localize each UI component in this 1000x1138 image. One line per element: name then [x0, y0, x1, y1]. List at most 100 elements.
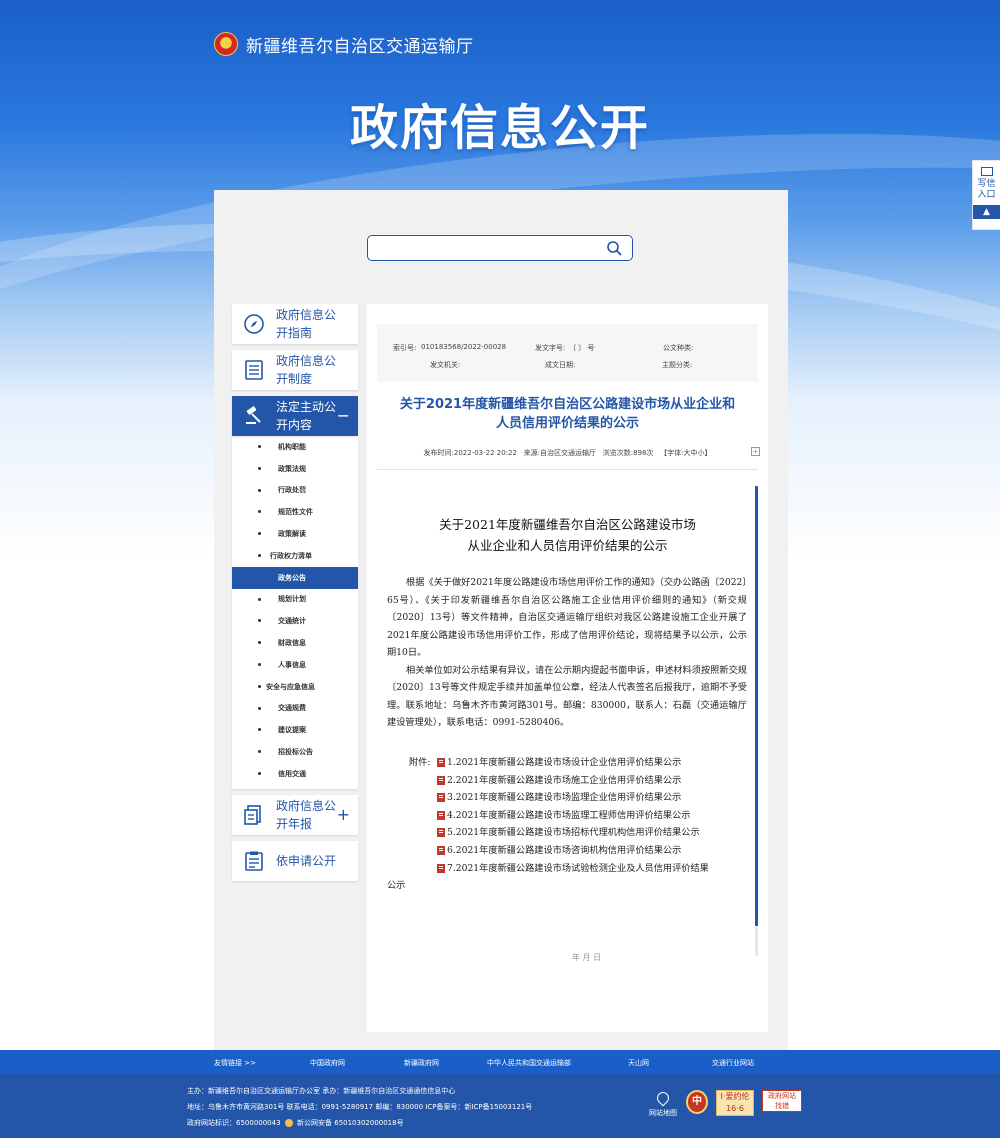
friend-link[interactable]: 天山网 [628, 1058, 649, 1068]
attachment-link[interactable]: 4.2021年度新疆公路建设市场监理工程师信用评价结果公示 [437, 807, 690, 825]
sidebar-item-label: 法定主动公开内容 [276, 400, 337, 432]
search-icon[interactable] [606, 240, 622, 256]
sidebar-item-label: 依申请公开 [276, 853, 337, 868]
page-heading: 政府信息公开 [349, 100, 650, 156]
sub-item[interactable]: 行政权力清单 [232, 545, 358, 567]
map-pin-icon [654, 1089, 672, 1107]
attachments-label: 附件: [409, 757, 431, 768]
mail-icon [980, 167, 993, 176]
font-size-switch[interactable]: 【字体:大中小】 [660, 449, 711, 457]
police-badge-icon [284, 1119, 293, 1127]
meta-topic-label: 主题分类: [662, 361, 693, 369]
sub-item[interactable]: 财政信息 [232, 632, 358, 654]
attachment-link[interactable]: 7.2021年度新疆公路建设市场试验检测企业及人员信用评价结果 [437, 860, 709, 878]
sub-item[interactable]: 人事信息 [232, 654, 358, 676]
friend-link[interactable]: 中国政府网 [310, 1058, 345, 1068]
publish-info: 发布时间:2022-03-22 20:22 来源:自治区交通运输厅 浏览次数:8… [423, 447, 760, 457]
party-logo[interactable]: 中 [686, 1090, 708, 1114]
document-body: 根据《关于做好2021年度公路建设市场信用评价工作的通知》（交办公路函〔2022… [387, 574, 747, 732]
sub-item[interactable]: 交通统计 [232, 610, 358, 632]
sidebar-item-guide[interactable]: 政府信息公开指南 [232, 304, 358, 344]
pdf-icon [437, 793, 445, 803]
footer-tools: 网站地图 中 I·爱约伦 16·6 政府网站 找错 [648, 1089, 802, 1118]
attachment-link[interactable]: 5.2021年度新疆公路建设市场招标代理机构信用评价结果公示 [437, 824, 700, 842]
sub-item[interactable]: 政策解读 [232, 523, 358, 545]
main-panel: 政府信息公开指南 政府信息公开制度 法定主动公开内容 − 机构职能 政策法规 行… [214, 190, 788, 1050]
meta-date-label: 成文日期: [545, 361, 576, 369]
site-name[interactable]: 新疆维吾尔自治区交通运输厅 [246, 32, 474, 57]
letter-entry-label-2: 入口 [977, 190, 996, 200]
expand-icon[interactable]: + [751, 447, 760, 456]
letter-entry-label-1: 写信 [977, 179, 996, 189]
sub-item[interactable]: 规划计划 [232, 589, 358, 611]
clipboard-icon [232, 841, 276, 881]
attachment-link[interactable]: 6.2021年度新疆公路建设市场咨询机构信用评价结果公示 [437, 842, 681, 860]
date-placeholder: 年 月 日 [572, 953, 602, 962]
meta-issuer-label: 发文机关: [430, 361, 461, 369]
sitemap-link[interactable]: 网站地图 [648, 1089, 678, 1118]
love-logo[interactable]: I·爱约伦 16·6 [716, 1090, 754, 1116]
expand-icon[interactable]: + [337, 805, 350, 824]
collapse-icon[interactable]: − [337, 406, 350, 425]
attachment-link-tail[interactable]: 公示 [387, 877, 405, 895]
sidebar-item-application[interactable]: 依申请公开 [232, 840, 358, 881]
friend-link[interactable]: 新疆政府网 [404, 1058, 439, 1068]
sidebar-item-annual-report[interactable]: 政府信息公开年报 + [232, 794, 358, 835]
search-input[interactable] [374, 237, 594, 259]
search-box[interactable] [367, 235, 633, 261]
sub-item[interactable]: 安全与应急信息 [232, 676, 358, 698]
friend-links-label[interactable]: 友情链接 >> [214, 1058, 256, 1068]
sidebar-item-statutory[interactable]: 法定主动公开内容 − [232, 396, 358, 436]
friend-link[interactable]: 中华人民共和国交通运输部 [487, 1058, 571, 1068]
sidebar-sub-list: 机构职能 政策法规 行政处罚 规范性文件 政策解读 行政权力清单 政务公告 规划… [232, 436, 358, 789]
body-paragraph: 根据《关于做好2021年度公路建设市场信用评价工作的通知》（交办公路函〔2022… [387, 577, 747, 658]
footer-identifiers: 政府网站标识：6500000043 新公网安备 65010302000018号 [187, 1119, 404, 1127]
sidebar-item-label: 政府信息公开指南 [276, 308, 337, 340]
pdf-icon [437, 828, 445, 838]
sub-item[interactable]: 行政处罚 [232, 480, 358, 502]
footer: 主办：新疆维吾尔自治区交通运输厅办公室 承办：新疆维吾尔自治区交通通信信息中心 … [0, 1074, 1000, 1138]
letter-entry-widget[interactable]: 写信 入口 ▲ [972, 160, 1000, 230]
meta-docno-label: 发文字号: [535, 344, 566, 352]
friend-links-bar: 友情链接 >> 中国政府网 新疆政府网 中华人民共和国交通运输部 天山网 交通行… [0, 1050, 1000, 1074]
meta-docno-value: 〔 〕 号 [569, 344, 595, 352]
scroll-top-icon[interactable]: ▲ [973, 205, 1000, 219]
body-paragraph: 相关单位如对公示结果有异议，请在公示期内提起书面申诉，申述材料须按照新交规〔20… [387, 664, 747, 729]
attachment-link[interactable]: 3.2021年度新疆公路建设市场监理企业信用评价结果公示 [437, 789, 681, 807]
sidebar-item-label: 政府信息公开年报 [276, 798, 337, 831]
article-title: 关于2021年度新疆维吾尔自治区公路建设市场从业企业和 人员信用评价结果的公示 [399, 397, 736, 431]
attachment-link[interactable]: 2.2021年度新疆公路建设市场施工企业信用评价结果公示 [437, 772, 681, 790]
footer-organizer: 主办：新疆维吾尔自治区交通运输厅办公室 承办：新疆维吾尔自治区交通通信信息中心 [187, 1087, 456, 1095]
sub-item[interactable]: 信用交通 [232, 763, 358, 785]
site-header[interactable]: 新疆维吾尔自治区交通运输厅 [214, 30, 474, 58]
meta-index-label: 索引号: [393, 344, 417, 352]
sub-item[interactable]: 招投标公告 [232, 741, 358, 763]
national-emblem-icon [214, 32, 238, 56]
compass-icon [232, 304, 276, 344]
gavel-icon [232, 396, 276, 436]
sub-item[interactable]: 机构职能 [232, 436, 358, 458]
meta-index-value: 010183568/2022-00028 [421, 343, 507, 351]
attachment-link[interactable]: 1.2021年度新疆公路建设市场设计企业信用评价结果公示 [437, 754, 681, 772]
scrollbar[interactable] [755, 486, 758, 956]
report-icon [232, 795, 276, 835]
divider [377, 469, 758, 470]
pdf-icon [437, 810, 445, 820]
document-list-icon [232, 350, 276, 390]
sub-item-active[interactable]: 政务公告 [232, 566, 358, 589]
sub-item[interactable]: 规范性文件 [232, 501, 358, 523]
article-content: 索引号: 010183568/2022-00028 发文字号: 〔 〕 号 公文… [367, 304, 768, 1032]
sub-item[interactable]: 交通规费 [232, 698, 358, 720]
sub-item[interactable]: 建议提案 [232, 719, 358, 741]
attachments: 附件: 1.2021年度新疆公路建设市场设计企业信用评价结果公示 2.2021年… [387, 754, 747, 895]
meta-doctype-label: 公文种类: [663, 344, 694, 352]
friend-link[interactable]: 交通行业网站 [712, 1058, 754, 1068]
sidebar-item-system[interactable]: 政府信息公开制度 [232, 350, 358, 390]
document-title: 关于2021年度新疆维吾尔自治区公路建设市场 从业企业和人员信用评价结果的公示 [439, 517, 696, 553]
pdf-icon [437, 863, 445, 873]
pdf-icon [437, 845, 445, 855]
footer-address: 地址：乌鲁木齐市黄河路301号 联系电话：0991-5280917 邮编：830… [187, 1103, 533, 1111]
sub-item[interactable]: 政策法规 [232, 458, 358, 480]
sidebar: 政府信息公开指南 政府信息公开制度 法定主动公开内容 − 机构职能 政策法规 行… [232, 304, 358, 887]
gov-site-error-logo[interactable]: 政府网站 找错 [762, 1090, 802, 1112]
